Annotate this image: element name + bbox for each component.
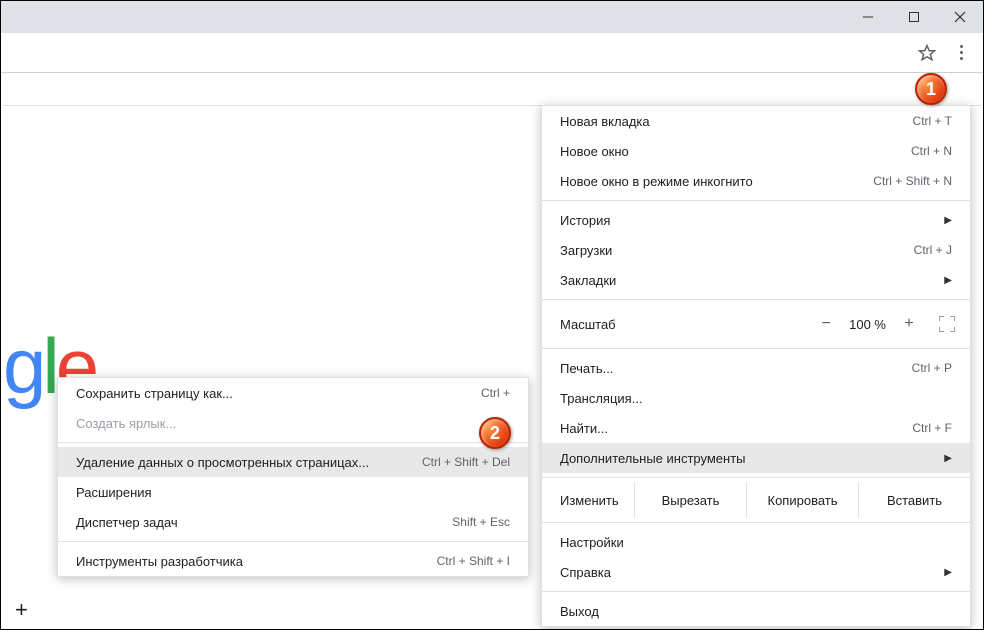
bookmark-star-icon[interactable] xyxy=(917,43,937,63)
zoom-in-button[interactable]: + xyxy=(900,315,918,333)
submenu-developer-tools[interactable]: Инструменты разработчика Ctrl + Shift + … xyxy=(58,546,528,576)
menu-zoom-row: Масштаб − 100 % + xyxy=(542,304,970,344)
annotation-badge-2: 2 xyxy=(479,417,511,449)
chevron-right-icon: ▶ xyxy=(944,567,952,578)
menu-settings[interactable]: Настройки xyxy=(542,527,970,557)
menu-incognito[interactable]: Новое окно в режиме инкогнито Ctrl + Shi… xyxy=(542,166,970,196)
edit-copy-button[interactable]: Копировать xyxy=(746,482,858,518)
menu-downloads[interactable]: Загрузки Ctrl + J xyxy=(542,235,970,265)
chevron-right-icon: ▶ xyxy=(944,453,952,464)
minimize-button[interactable] xyxy=(845,1,891,33)
zoom-value: 100 % xyxy=(849,317,886,332)
menu-more-tools[interactable]: Дополнительные инструменты ▶ xyxy=(542,443,970,473)
browser-toolbar xyxy=(1,33,983,73)
menu-new-window[interactable]: Новое окно Ctrl + N xyxy=(542,136,970,166)
menu-edit-row: Изменить Вырезать Копировать Вставить xyxy=(542,482,970,518)
submenu-save-page-as[interactable]: Сохранить страницу как... Ctrl + xyxy=(58,378,528,408)
fullscreen-icon[interactable] xyxy=(938,315,956,333)
more-tools-submenu: Сохранить страницу как... Ctrl + Создать… xyxy=(57,377,529,577)
edit-cut-button[interactable]: Вырезать xyxy=(634,482,746,518)
zoom-out-button[interactable]: − xyxy=(817,315,835,333)
annotation-badge-1: 1 xyxy=(915,73,947,105)
menu-cast[interactable]: Трансляция... xyxy=(542,383,970,413)
plus-icon[interactable]: + xyxy=(15,597,28,623)
submenu-clear-browsing-data[interactable]: Удаление данных о просмотренных страница… xyxy=(58,447,528,477)
chrome-main-menu: Новая вкладка Ctrl + T Новое окно Ctrl +… xyxy=(541,105,971,627)
edit-paste-button[interactable]: Вставить xyxy=(858,482,970,518)
chevron-right-icon: ▶ xyxy=(944,215,952,226)
close-window-button[interactable] xyxy=(937,1,983,33)
menu-help[interactable]: Справка ▶ xyxy=(542,557,970,587)
menu-print[interactable]: Печать... Ctrl + P xyxy=(542,353,970,383)
menu-bookmarks[interactable]: Закладки ▶ xyxy=(542,265,970,295)
menu-history[interactable]: История ▶ xyxy=(542,205,970,235)
menu-find[interactable]: Найти... Ctrl + F xyxy=(542,413,970,443)
submenu-extensions[interactable]: Расширения xyxy=(58,477,528,507)
submenu-create-shortcut: Создать ярлык... xyxy=(58,408,528,438)
menu-new-tab[interactable]: Новая вкладка Ctrl + T xyxy=(542,106,970,136)
chevron-right-icon: ▶ xyxy=(944,275,952,286)
menu-button[interactable] xyxy=(947,39,975,67)
submenu-task-manager[interactable]: Диспетчер задач Shift + Esc xyxy=(58,507,528,537)
window-titlebar xyxy=(1,1,983,33)
maximize-button[interactable] xyxy=(891,1,937,33)
menu-exit[interactable]: Выход xyxy=(542,596,970,626)
